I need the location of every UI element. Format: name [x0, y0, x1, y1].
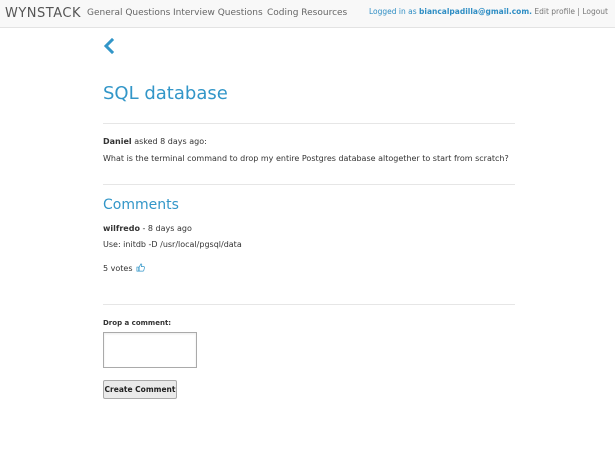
divider	[103, 123, 515, 124]
question-author: Daniel	[103, 137, 132, 146]
user-menu: Logged in as biancalpadilla@gmail.com. E…	[369, 7, 608, 16]
divider	[103, 184, 515, 185]
thumbs-up-icon[interactable]	[136, 263, 145, 272]
comment-text: Use: initdb -D /usr/local/pgsql/data	[103, 240, 242, 249]
logged-in-label: Logged in as	[368, 7, 417, 16]
comment-form-label: Drop a comment:	[103, 319, 172, 327]
nav-general-questions[interactable]: General Questions	[87, 8, 170, 18]
logout-link[interactable]: Logout	[582, 7, 608, 16]
vote-count: 5 votes	[103, 263, 145, 273]
question-body: What is the terminal command to drop my …	[103, 154, 509, 163]
vote-label: 5 votes	[103, 264, 133, 273]
comment-time: - 8 days ago	[139, 224, 192, 233]
comment-meta: wilfredo - 8 days ago	[103, 224, 192, 233]
user-email: biancalpadilla@gmail.com.	[419, 7, 532, 16]
top-navbar: WYNSTACK General Questions Interview Que…	[0, 0, 615, 28]
comment-textarea[interactable]	[103, 332, 197, 368]
nav-coding-resources[interactable]: Coding Resources	[267, 8, 347, 18]
chevron-left-icon[interactable]	[102, 37, 116, 55]
question-meta: Daniel asked 8 days ago:	[103, 137, 207, 146]
comments-heading: Comments	[103, 197, 179, 213]
nav-interview-questions[interactable]: Interview Questions	[173, 8, 263, 18]
page-title: SQL database	[103, 83, 228, 104]
create-comment-button[interactable]: Create Comment	[103, 380, 177, 399]
question-asked-time: asked 8 days ago:	[134, 137, 207, 146]
brand-logo[interactable]: WYNSTACK	[5, 6, 81, 21]
nav-separator: |	[577, 7, 580, 16]
edit-profile-link[interactable]: Edit profile	[534, 7, 575, 16]
comment-author: wilfredo	[103, 224, 140, 233]
divider	[103, 304, 515, 305]
